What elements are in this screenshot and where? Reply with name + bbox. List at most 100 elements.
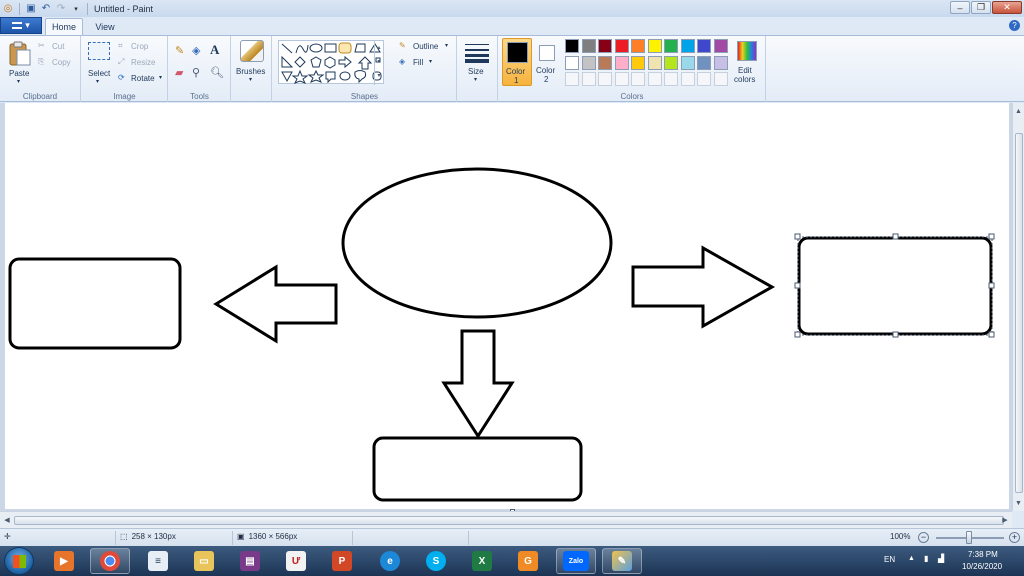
crop-button[interactable]: ⌗ Crop — [118, 41, 164, 53]
battery-icon[interactable]: ▮ — [924, 554, 928, 563]
palette-custom-slot[interactable] — [614, 72, 629, 86]
horizontal-scroll-thumb[interactable] — [14, 516, 1004, 525]
taskbar-app-skype[interactable]: S — [416, 548, 456, 574]
palette-swatch[interactable] — [565, 39, 579, 53]
palette-swatch[interactable] — [647, 55, 662, 70]
palette-swatch[interactable] — [614, 39, 629, 53]
palette-swatch[interactable] — [631, 55, 645, 70]
select-button[interactable]: Select ▾ — [85, 40, 113, 85]
rotate-button[interactable]: ⟳ Rotate ▾ — [118, 73, 166, 85]
color2-button[interactable]: Color 2 — [534, 38, 562, 86]
taskbar-app-unikey[interactable]: Ư — [276, 548, 316, 574]
vertical-scroll-thumb[interactable] — [1015, 133, 1023, 493]
palette-swatch[interactable] — [598, 39, 612, 53]
palette-swatch[interactable] — [598, 55, 612, 70]
selection-size-icon: ⬚ — [120, 532, 128, 541]
palette-swatch[interactable] — [614, 55, 629, 70]
zoom-in-button[interactable]: + — [1009, 532, 1020, 543]
tab-home[interactable]: Home — [45, 18, 83, 35]
magnifier-tool[interactable]: 🔍︎ — [210, 66, 225, 81]
paste-button[interactable]: Paste ▾ — [6, 40, 34, 85]
color1-button[interactable]: Color 1 — [502, 38, 532, 86]
palette-swatch[interactable] — [581, 55, 596, 70]
brushes-button[interactable]: Brushes ▾ — [236, 40, 270, 86]
drawing-canvas[interactable] — [5, 103, 1009, 509]
fill-button[interactable]: ◈ Fill ▾ — [399, 57, 455, 69]
palette-swatch[interactable] — [697, 55, 711, 70]
scroll-left-icon[interactable]: ◀ — [2, 514, 12, 526]
close-button[interactable]: ✕ — [992, 1, 1022, 14]
palette-swatch[interactable] — [631, 39, 645, 53]
palette-custom-slot[interactable] — [581, 72, 596, 86]
palette-swatch[interactable] — [664, 39, 678, 53]
palette-swatch[interactable] — [697, 39, 711, 53]
color2-label: Color — [536, 66, 556, 75]
edit-colors-button[interactable]: Edit colors — [731, 38, 763, 86]
palette-swatch[interactable] — [581, 39, 596, 53]
redo-icon[interactable]: ↷ — [55, 3, 67, 15]
outline-button[interactable]: ✎ Outline ▾ — [399, 41, 455, 53]
taskbar-app-notepad[interactable]: ≡ — [138, 548, 178, 574]
scroll-up-icon[interactable]: ▲ — [1013, 105, 1024, 117]
save-icon[interactable]: ▣ — [25, 3, 37, 15]
minimize-button[interactable]: – — [950, 1, 970, 14]
taskbar-app-ie[interactable]: e — [370, 548, 410, 574]
palette-custom-slot[interactable] — [647, 72, 662, 86]
maximize-button[interactable]: ❐ — [971, 1, 991, 14]
scroll-down-icon[interactable]: ▼ — [1013, 497, 1024, 509]
undo-icon[interactable]: ↶ — [40, 3, 52, 15]
show-hidden-icons[interactable]: ▲ — [908, 555, 915, 562]
taskbar-app-explorer[interactable]: ▭ — [184, 548, 224, 574]
palette-swatch[interactable] — [713, 55, 728, 70]
scroll-right-icon[interactable]: ▶ — [1000, 514, 1010, 526]
palette-custom-slot[interactable] — [713, 72, 728, 86]
customize-qat-icon[interactable]: ▾ — [70, 3, 82, 15]
text-tool[interactable]: A — [210, 42, 225, 57]
palette-swatch[interactable] — [713, 39, 728, 53]
vertical-scrollbar[interactable]: ▲ ▼ — [1012, 103, 1024, 511]
tab-view[interactable]: View — [88, 18, 122, 35]
fill-tool[interactable]: ◈ — [192, 44, 207, 59]
palette-custom-slot[interactable] — [680, 72, 695, 86]
horizontal-scrollbar[interactable]: ◀ ▶ — [0, 511, 1012, 528]
resize-button[interactable]: ⤢ Resize — [118, 57, 164, 69]
palette-swatch[interactable] — [647, 39, 662, 53]
drawing-shapes — [8, 167, 995, 502]
palette-swatch[interactable] — [680, 55, 695, 70]
palette-custom-slot[interactable] — [631, 72, 645, 86]
palette-custom-slot[interactable] — [697, 72, 711, 86]
size-button[interactable]: Size ▾ — [463, 40, 493, 86]
language-indicator[interactable]: EN — [884, 555, 895, 564]
taskbar-app-zalo[interactable]: Zalo — [556, 548, 596, 574]
start-button[interactable] — [4, 547, 34, 575]
eraser-tool[interactable]: ▰ — [175, 66, 190, 81]
taskbar-app-paint[interactable]: ✎ — [602, 548, 642, 574]
palette-custom-slot[interactable] — [565, 72, 579, 86]
shapes-scroll[interactable]: ▴ ▾ ▾ — [374, 41, 383, 85]
paint-app-icon[interactable]: ◎ — [2, 3, 14, 15]
network-signal-icon[interactable]: ▟ — [938, 554, 944, 563]
palette-swatch[interactable] — [680, 39, 695, 53]
pencil-tool[interactable]: ✎ — [175, 44, 190, 59]
clock-time[interactable]: 7:38 PM — [968, 550, 998, 559]
zoom-out-button[interactable]: − — [918, 532, 929, 543]
taskbar-app-chrome[interactable] — [90, 548, 130, 574]
palette-custom-slot[interactable] — [598, 72, 612, 86]
help-icon[interactable]: ? — [1009, 20, 1020, 31]
palette-swatch[interactable] — [565, 55, 579, 70]
paint-menu-button[interactable]: ▾ — [0, 17, 42, 34]
color-picker-tool[interactable]: ⚲ — [192, 66, 207, 81]
taskbar-app-excel[interactable]: X — [462, 548, 502, 574]
taskbar-app-powerpoint[interactable]: P — [322, 548, 362, 574]
taskbar-app-winrar[interactable]: ▤ — [230, 548, 270, 574]
palette-swatch[interactable] — [664, 55, 678, 70]
palette-custom-slot[interactable] — [664, 72, 678, 86]
clock-date[interactable]: 10/26/2020 — [962, 562, 1002, 571]
taskbar-app-foxit[interactable]: G — [508, 548, 548, 574]
taskbar-app-media[interactable]: ▶ — [44, 548, 84, 574]
zoom-slider-knob[interactable] — [966, 531, 972, 544]
cut-button[interactable]: ✂ Cut — [38, 41, 78, 53]
copy-button[interactable]: ⎘ Copy — [38, 57, 78, 69]
paint-icon: ✎ — [612, 551, 632, 571]
ribbon-tab-row: ▾ Home View ? — [0, 17, 1024, 35]
